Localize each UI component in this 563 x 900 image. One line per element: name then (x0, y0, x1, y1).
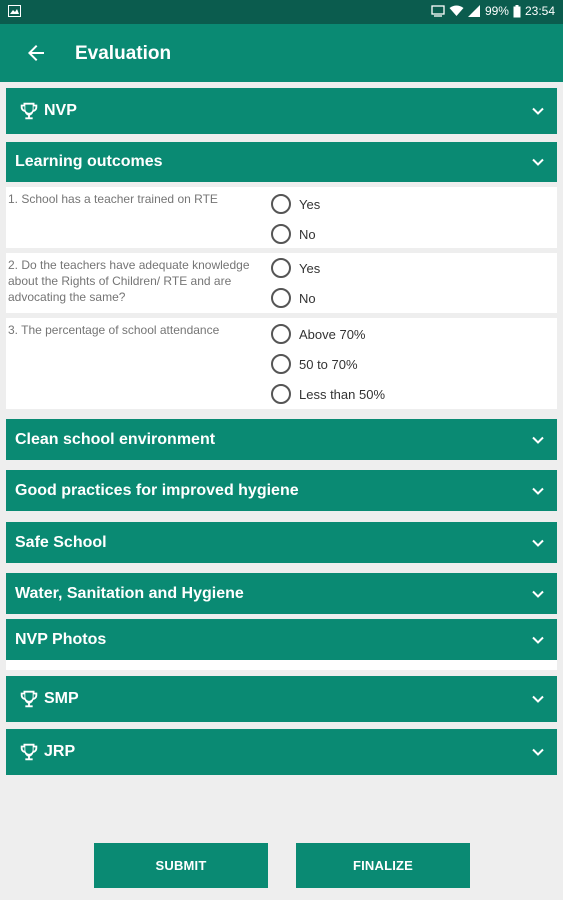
option-label: Yes (299, 260, 321, 276)
option-yes[interactable]: Yes (271, 194, 320, 214)
status-bar: 99% 23:54 (0, 0, 563, 24)
option-less-than-50[interactable]: Less than 50% (271, 384, 385, 404)
chevron-down-icon (532, 539, 544, 547)
wifi-icon (449, 5, 464, 17)
option-label: Above 70% (299, 326, 366, 342)
trophy-icon (20, 743, 38, 761)
section-good-practices-hygiene[interactable]: Good practices for improved hygiene (6, 470, 557, 511)
cast-icon (431, 5, 445, 17)
radio-button[interactable] (271, 354, 291, 374)
program-label-jrp: JRP (44, 743, 76, 760)
arrow-left-icon[interactable] (24, 41, 48, 65)
image-icon (8, 5, 21, 17)
question-text: 3. The percentage of school attendance (8, 323, 220, 337)
radio-button[interactable] (271, 384, 291, 404)
option-no[interactable]: No (271, 288, 316, 308)
option-above-70[interactable]: Above 70% (271, 324, 366, 344)
question-text: 2. Do the teachers have adequate knowled… (8, 258, 250, 304)
program-label-smp: SMP (44, 690, 79, 707)
question-card-1: 1. School has a teacher trained on RTE Y… (6, 187, 557, 248)
section-label: Learning outcomes (15, 153, 163, 170)
option-yes[interactable]: Yes (271, 258, 320, 278)
section-label: Good practices for improved hygiene (15, 481, 299, 499)
page-title: Evaluation (75, 43, 172, 64)
program-header-jrp[interactable]: JRP (6, 729, 557, 775)
section-label: Clean school environment (15, 430, 216, 448)
section-water-sanitation-hygiene[interactable]: Water, Sanitation and Hygiene (6, 573, 557, 614)
section-label: Safe School (15, 533, 107, 551)
clock: 23:54 (524, 4, 555, 18)
submit-button[interactable]: SUBMIT (94, 843, 268, 888)
radio-button[interactable] (271, 224, 291, 244)
chevron-down-icon (532, 748, 544, 756)
chevron-down-icon (532, 436, 544, 444)
battery-percent: 99% (484, 4, 509, 18)
section-clean-school-environment[interactable]: Clean school environment (6, 419, 557, 460)
section-label: NVP Photos (15, 630, 107, 648)
signal-icon (467, 5, 481, 17)
chevron-down-icon (532, 158, 544, 166)
section-nvp-photos[interactable]: NVP Photos (6, 619, 557, 660)
option-label: No (299, 290, 316, 306)
chevron-down-icon (532, 487, 544, 495)
question-card-2: 2. Do the teachers have adequate knowled… (6, 253, 557, 313)
section-label: Water, Sanitation and Hygiene (15, 584, 244, 602)
trophy-icon (20, 102, 38, 120)
option-label: 50 to 70% (299, 356, 358, 372)
question-card-3: 3. The percentage of school attendance A… (6, 318, 557, 409)
battery-icon (513, 4, 521, 18)
chevron-down-icon (532, 107, 544, 115)
option-no[interactable]: No (271, 224, 316, 244)
section-safe-school[interactable]: Safe School (6, 522, 557, 563)
trophy-icon (20, 690, 38, 708)
radio-button[interactable] (271, 194, 291, 214)
option-label: Yes (299, 196, 321, 212)
app-bar: Evaluation (0, 24, 563, 82)
option-label: Less than 50% (299, 386, 386, 402)
radio-button[interactable] (271, 288, 291, 308)
option-label: No (299, 226, 316, 242)
radio-button[interactable] (271, 258, 291, 278)
program-header-nvp[interactable]: NVP (6, 88, 557, 134)
program-header-smp[interactable]: SMP (6, 676, 557, 722)
finalize-button[interactable]: FINALIZE (296, 843, 470, 888)
section-learning-outcomes[interactable]: Learning outcomes (6, 142, 557, 182)
question-text: 1. School has a teacher trained on RTE (8, 192, 218, 206)
chevron-down-icon (532, 636, 544, 644)
option-50-to-70[interactable]: 50 to 70% (271, 354, 358, 374)
chevron-down-icon (532, 695, 544, 703)
chevron-down-icon (532, 590, 544, 598)
radio-button[interactable] (271, 324, 291, 344)
program-label-nvp: NVP (44, 102, 77, 119)
card-footer (6, 660, 557, 670)
